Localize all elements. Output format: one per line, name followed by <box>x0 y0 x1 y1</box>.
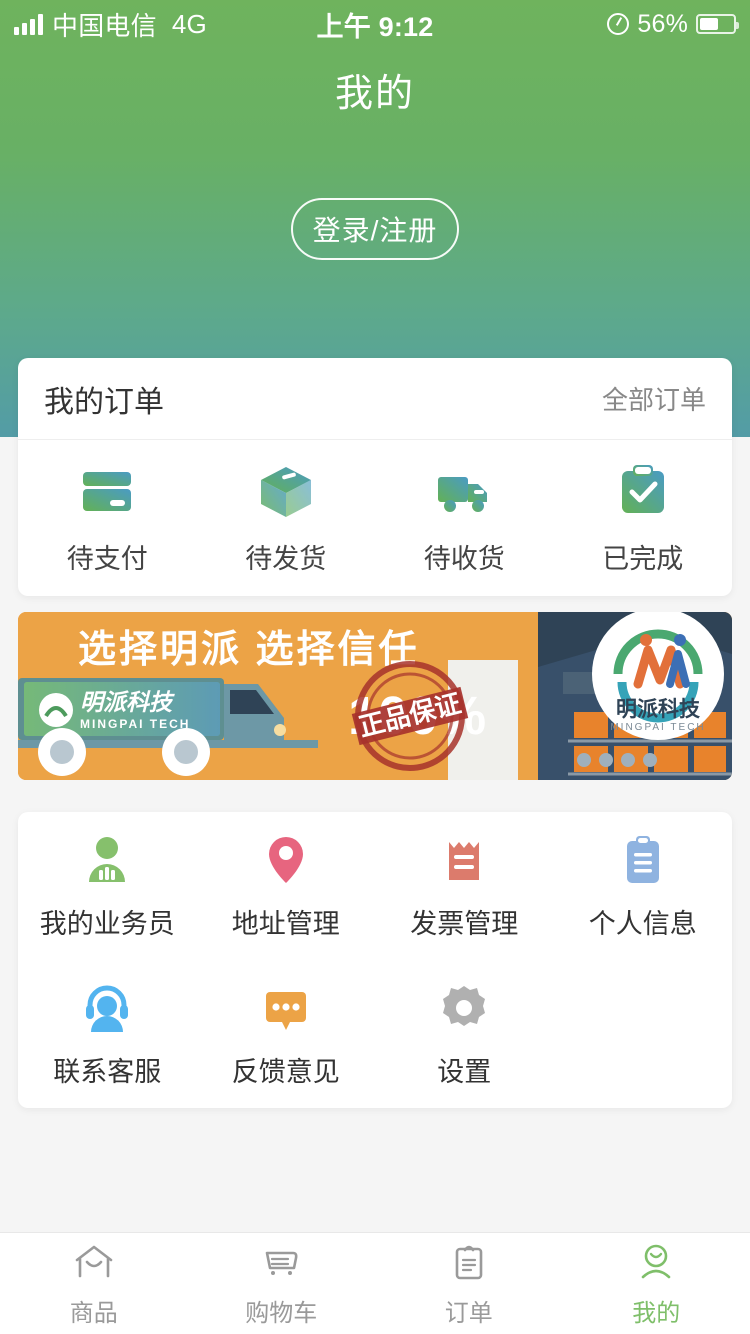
menu-item-settings[interactable]: 设置 <box>375 960 554 1108</box>
my-orders-card: 我的订单 全部订单 待支付 待发货 待收货 已完成 <box>18 358 732 596</box>
all-orders-link[interactable]: 全部订单 <box>602 380 706 417</box>
menu-item-label: 地址管理 <box>231 908 340 939</box>
person-badge-icon <box>89 836 126 882</box>
logo-brand-en: MINGPAI TECH <box>610 722 705 733</box>
battery-percent-label: 56% <box>637 9 688 38</box>
battery-icon <box>696 14 739 34</box>
order-status-pending-payment[interactable]: 待支付 <box>18 440 197 596</box>
order-status-pending-receipt[interactable]: 待收货 <box>375 440 554 596</box>
tab-label: 订单 <box>444 1300 493 1327</box>
tab-cart[interactable]: 购物车 <box>188 1233 376 1334</box>
shopping-cart-icon <box>265 1251 298 1275</box>
home-shop-icon <box>75 1245 113 1278</box>
my-orders-title: 我的订单 <box>44 385 164 419</box>
menu-item-invoice-management[interactable]: 发票管理 <box>375 812 554 960</box>
tab-products[interactable]: 商品 <box>0 1233 188 1334</box>
clipboard-lines-icon <box>626 835 659 883</box>
invoice-receipt-icon <box>449 841 480 880</box>
my-orders-header: 我的订单 全部订单 <box>18 358 732 440</box>
brand-logo: 明派科技 MINGPAI TECH <box>592 612 724 740</box>
menu-item-contact-support[interactable]: 联系客服 <box>18 960 197 1108</box>
menu-item-label: 发票管理 <box>410 908 519 939</box>
order-status-completed[interactable]: 已完成 <box>554 440 733 596</box>
tab-label: 商品 <box>69 1300 118 1327</box>
clipboard-check-icon <box>621 464 664 513</box>
user-profile-icon <box>641 1244 671 1279</box>
order-status-label: 已完成 <box>602 543 684 574</box>
tab-label: 购物车 <box>245 1300 318 1327</box>
banner-headline-text: 选择明派 选择信任 <box>78 629 420 671</box>
package-box-icon <box>260 466 311 517</box>
app-screen: 中国电信 4G 上午 9:12 56% 我的 登录/注册 我的订单 全部订单 待… <box>0 0 750 1334</box>
account-menu-row-1: 我的业务员 地址管理 发票管理 个人信息 <box>18 812 732 960</box>
page-title: 我的 <box>334 73 415 115</box>
menu-item-label: 设置 <box>437 1056 492 1087</box>
status-bar-right: 56% <box>607 9 739 39</box>
tab-orders[interactable]: 订单 <box>375 1233 563 1334</box>
order-status-pending-shipment[interactable]: 待发货 <box>197 440 376 596</box>
menu-item-my-salesperson[interactable]: 我的业务员 <box>18 812 197 960</box>
menu-item-address-management[interactable]: 地址管理 <box>197 812 376 960</box>
menu-item-feedback[interactable]: 反馈意见 <box>197 960 376 1108</box>
promo-banner[interactable]: 选择明派 选择信任 100% 明派科技 MINGPAI TECH <box>18 612 732 780</box>
truck-brand-cn: 明派科技 <box>80 689 175 715</box>
credit-card-icon <box>83 471 132 511</box>
bottom-tab-bar: 商品 购物车 订单 我的 <box>0 1232 750 1334</box>
logo-brand-cn: 明派科技 <box>616 697 701 721</box>
account-menu-row-2: 联系客服 反馈意见 设置 <box>18 960 732 1108</box>
chat-bubble-dots-icon <box>265 991 306 1030</box>
menu-item-label: 个人信息 <box>588 908 697 939</box>
order-clipboard-icon <box>455 1245 483 1280</box>
gear-settings-icon <box>443 985 486 1026</box>
menu-item-personal-info[interactable]: 个人信息 <box>554 812 733 960</box>
tab-mine[interactable]: 我的 <box>563 1233 750 1334</box>
order-status-label: 待收货 <box>423 543 505 574</box>
login-register-button[interactable]: 登录/注册 <box>291 198 459 260</box>
account-menu-card: 我的业务员 地址管理 发票管理 个人信息 联系客服 反馈意见 设置 <box>18 812 732 1108</box>
menu-item-label: 反馈意见 <box>231 1056 340 1087</box>
headset-support-icon <box>86 985 129 1032</box>
promo-banner-artwork: 选择明派 选择信任 100% 明派科技 MINGPAI TECH <box>18 612 732 780</box>
truck-brand-en: MINGPAI TECH <box>80 717 190 731</box>
status-bar: 中国电信 4G 上午 9:12 56% <box>0 0 750 48</box>
order-status-label: 待支付 <box>66 543 148 574</box>
menu-item-label: 我的业务员 <box>39 908 175 939</box>
order-status-grid: 待支付 待发货 待收货 已完成 <box>18 440 732 596</box>
delivery-truck-icon <box>438 476 488 512</box>
tab-label: 我的 <box>632 1300 681 1327</box>
rotation-lock-icon <box>607 13 630 35</box>
location-pin-icon <box>268 836 303 883</box>
order-status-label: 待发货 <box>245 543 327 574</box>
menu-item-label: 联系客服 <box>53 1056 162 1087</box>
